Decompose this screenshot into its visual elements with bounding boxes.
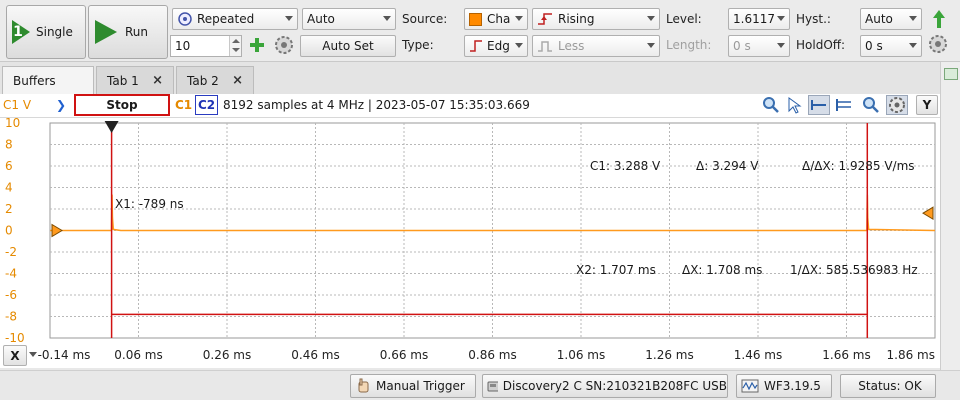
waveforms-icon bbox=[741, 379, 759, 393]
x-tick-label: -0.14 ms bbox=[38, 348, 91, 362]
tab-bar: Buffers Tab 1 × Tab 2 × bbox=[0, 62, 940, 95]
delta-v-value: Δ: 3.294 V bbox=[696, 159, 759, 173]
gear-icon[interactable] bbox=[274, 35, 294, 55]
level-label: Level: bbox=[666, 12, 702, 26]
holdoff-select[interactable]: 0 s bbox=[860, 35, 922, 57]
plot-area[interactable] bbox=[0, 118, 940, 344]
magnify-icon[interactable] bbox=[862, 96, 880, 114]
chevron-right-icon[interactable]: ❯ bbox=[56, 98, 66, 112]
vertical-zoom-icon[interactable] bbox=[834, 96, 854, 114]
single-icon: 1 bbox=[12, 20, 30, 44]
c1-label[interactable]: C1 bbox=[175, 98, 192, 112]
y-axis-button[interactable]: Y bbox=[916, 95, 938, 115]
less-icon bbox=[538, 41, 552, 52]
x-tick-label: 0.86 ms bbox=[468, 348, 516, 362]
hysteresis-select[interactable]: Auto bbox=[860, 8, 922, 30]
device-icon bbox=[487, 381, 498, 392]
trigger-auto-select[interactable]: Auto bbox=[302, 8, 396, 30]
close-icon[interactable]: × bbox=[232, 73, 243, 88]
single-button[interactable]: 1 Single bbox=[6, 5, 86, 59]
trigger-toolbar: 1 Single Run Repeated Auto 10 Auto Set S… bbox=[0, 0, 960, 62]
side-panel-strip bbox=[940, 62, 960, 370]
cursor-select-icon[interactable] bbox=[786, 96, 804, 114]
settings-icon bbox=[178, 12, 192, 26]
acquisition-mode-select[interactable]: Repeated bbox=[172, 8, 298, 30]
zoom-icon[interactable] bbox=[762, 96, 780, 114]
type-label: Type: bbox=[402, 38, 434, 52]
version-button[interactable]: WF3.19.5 bbox=[736, 374, 832, 398]
source-label: Source: bbox=[402, 12, 448, 26]
hand-icon bbox=[358, 378, 369, 393]
tab-1[interactable]: Tab 1 × bbox=[96, 66, 174, 94]
hysteresis-label: Hyst.: bbox=[796, 12, 831, 26]
x-tick-label: 1.46 ms bbox=[734, 348, 782, 362]
c2-label[interactable]: C2 bbox=[195, 95, 219, 115]
panel-toggle-icon[interactable] bbox=[944, 68, 958, 80]
delta-x-value: ΔX: 1.708 ms bbox=[682, 263, 763, 277]
x-tick-label: 1.06 ms bbox=[557, 348, 605, 362]
status-button[interactable]: Status: OK bbox=[840, 374, 936, 398]
c1-cursor-value: C1: 3.288 V bbox=[590, 159, 661, 173]
rising-edge-icon bbox=[538, 13, 552, 25]
acquisition-info: 8192 samples at 4 MHz | 2023-05-07 15:35… bbox=[223, 98, 530, 112]
x-tick-label: 0.26 ms bbox=[203, 348, 251, 362]
x1-cursor-label: X1: -789 ns bbox=[115, 197, 184, 211]
x-tick-label: 0.46 ms bbox=[291, 348, 339, 362]
trigger-type-select[interactable]: Edg bbox=[464, 35, 528, 57]
x-tick-label: 0.66 ms bbox=[380, 348, 428, 362]
source-color-swatch bbox=[469, 12, 482, 26]
stop-button[interactable]: Stop bbox=[74, 94, 170, 116]
x-tick-labels: -0.14 ms 0.06 ms 0.26 ms 0.46 ms 0.66 ms 0.86… bbox=[38, 348, 935, 362]
run-button[interactable]: Run bbox=[88, 5, 168, 59]
horizontal-zoom-icon[interactable] bbox=[808, 95, 830, 115]
arrow-up-icon[interactable] bbox=[930, 8, 948, 30]
trigger-length-field[interactable]: 0 s bbox=[728, 35, 790, 57]
device-button[interactable]: Discovery2 C SN:210321B208FC USB bbox=[482, 374, 728, 398]
scope-header: C1 V ❯ Stop C1 C2 8192 samples at 4 MHz … bbox=[0, 94, 940, 118]
play-icon bbox=[95, 20, 117, 44]
x-tick-label: 1.66 ms bbox=[822, 348, 870, 362]
scope-gear-icon[interactable] bbox=[886, 95, 908, 115]
tab-2[interactable]: Tab 2 × bbox=[176, 66, 254, 94]
buffer-count-spinbox[interactable]: 10 bbox=[170, 35, 242, 57]
single-label: Single bbox=[36, 25, 73, 39]
edge-icon bbox=[470, 40, 482, 52]
add-icon[interactable] bbox=[248, 36, 266, 54]
channel-axis-label: C1 V bbox=[3, 98, 32, 112]
x2-cursor-label: X2: 1.707 ms bbox=[576, 263, 656, 277]
x-tick-label: 1.86 ms bbox=[887, 348, 935, 362]
status-bar: Manual Trigger Discovery2 C SN:210321B20… bbox=[0, 370, 960, 400]
auto-set-button[interactable]: Auto Set bbox=[300, 35, 396, 57]
trigger-condition-select[interactable]: Rising bbox=[532, 8, 660, 30]
manual-trigger-button[interactable]: Manual Trigger bbox=[350, 374, 476, 398]
x-tick-label: 1.26 ms bbox=[645, 348, 693, 362]
length-label: Length: bbox=[666, 38, 712, 52]
tab-buffers[interactable]: Buffers bbox=[2, 66, 94, 95]
holdoff-label: HoldOff: bbox=[796, 38, 846, 52]
trigger-gear-icon[interactable] bbox=[928, 34, 948, 54]
run-label: Run bbox=[125, 25, 149, 39]
frequency-value: 1/ΔX: 585.536983 Hz bbox=[790, 263, 918, 277]
trigger-source-select[interactable]: Cha bbox=[464, 8, 528, 30]
trigger-condition2-select[interactable]: Less bbox=[532, 35, 660, 57]
close-icon[interactable]: × bbox=[152, 73, 163, 88]
trigger-level-field[interactable]: 1.6117 bbox=[728, 8, 790, 30]
slope-value: Δ/ΔX: 1.9285 V/ms bbox=[802, 159, 915, 173]
x-tick-label: 0.06 ms bbox=[114, 348, 162, 362]
